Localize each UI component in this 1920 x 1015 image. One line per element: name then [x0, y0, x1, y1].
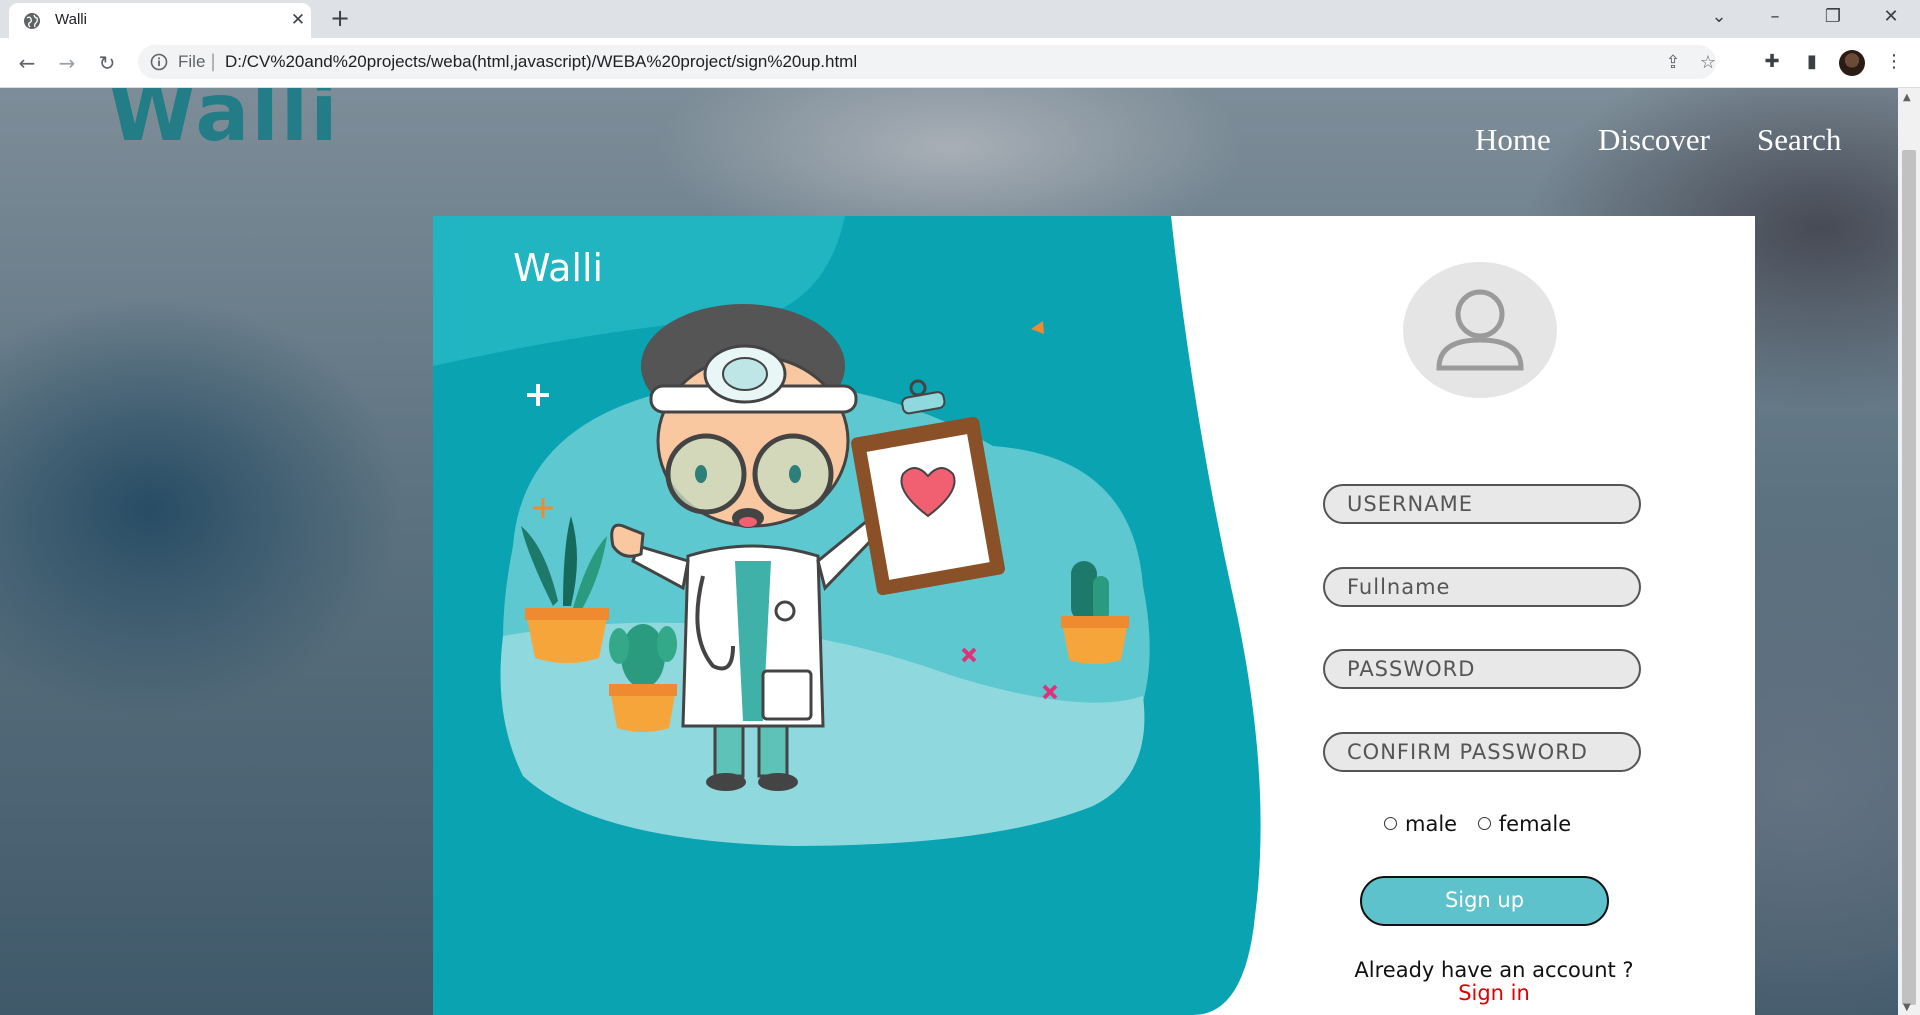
restore-icon[interactable]: ❐: [1810, 2, 1856, 32]
nav-home[interactable]: Home: [1475, 122, 1551, 158]
tab-search-icon[interactable]: ⌄: [1696, 2, 1742, 32]
username-field[interactable]: [1323, 484, 1641, 524]
browser-tab[interactable]: Walli ✕: [9, 3, 311, 38]
forward-icon[interactable]: →: [52, 48, 82, 78]
file-label: File: [178, 52, 206, 71]
reload-icon[interactable]: ↻: [92, 48, 122, 78]
gender-group: male female: [1384, 812, 1571, 836]
plus-icon[interactable]: +: [326, 4, 354, 32]
doctor-illustration: [433, 216, 1261, 1015]
page-viewport: Walli Home Discover Search Walli USERNAM…: [0, 88, 1898, 1015]
scroll-up-icon[interactable]: ▲: [1903, 92, 1911, 103]
profile-avatar[interactable]: [1839, 50, 1865, 76]
fullname-input[interactable]: [1347, 573, 1627, 601]
scroll-thumb[interactable]: [1902, 150, 1916, 1005]
star-icon[interactable]: ☆: [1697, 52, 1719, 74]
back-icon[interactable]: ←: [12, 48, 42, 78]
minimize-icon[interactable]: –: [1752, 2, 1798, 32]
confirm-password-field[interactable]: [1323, 732, 1641, 772]
sidepanel-icon[interactable]: ▮: [1798, 48, 1826, 76]
avatar-placeholder: [1403, 262, 1557, 398]
username-input[interactable]: [1347, 490, 1627, 518]
separator: |: [210, 51, 217, 72]
window-close-icon[interactable]: ✕: [1868, 2, 1914, 32]
male-radio[interactable]: [1384, 816, 1397, 830]
close-icon[interactable]: ✕: [287, 9, 309, 31]
user-icon: [1436, 289, 1524, 371]
browser-tab-strip: Walli ✕ + ⌄ – ❐ ✕: [0, 0, 1920, 38]
signin-link[interactable]: Sign in: [1354, 981, 1634, 1005]
info-icon[interactable]: [150, 53, 168, 71]
site-logo[interactable]: Walli: [108, 88, 340, 159]
female-label: female: [1498, 812, 1572, 836]
fullname-field[interactable]: [1323, 567, 1641, 607]
password-input[interactable]: [1347, 655, 1627, 683]
share-icon[interactable]: ⇪: [1662, 52, 1684, 74]
signup-button[interactable]: Sign up: [1360, 876, 1609, 926]
menu-icon[interactable]: ⋮: [1880, 48, 1908, 76]
signup-card: Walli male female Sign up Already have a…: [433, 216, 1755, 1015]
url-text[interactable]: D:/CV%20and%20projects/weba(html,javascr…: [225, 52, 857, 72]
confirm-password-input[interactable]: [1347, 738, 1627, 766]
globe-icon: [24, 13, 40, 29]
nav-discover[interactable]: Discover: [1598, 122, 1710, 158]
male-label: male: [1405, 812, 1458, 836]
address-toolbar: ← → ↻ File | D:/CV%20and%20projects/weba…: [0, 38, 1920, 88]
omnibox[interactable]: File | D:/CV%20and%20projects/weba(html,…: [138, 45, 1716, 79]
card-brand: Walli: [513, 246, 604, 290]
page-scrollbar[interactable]: ▲ ▼: [1898, 88, 1920, 1015]
tab-title: Walli: [55, 11, 87, 28]
password-field[interactable]: [1323, 649, 1641, 689]
female-radio[interactable]: [1477, 816, 1491, 830]
scroll-down-icon[interactable]: ▼: [1903, 1002, 1911, 1013]
extensions-icon[interactable]: ✚: [1758, 48, 1786, 76]
already-account-text: Already have an account ?: [1354, 958, 1634, 982]
nav-search[interactable]: Search: [1757, 122, 1841, 158]
illustration-panel: Walli: [433, 216, 1273, 1015]
